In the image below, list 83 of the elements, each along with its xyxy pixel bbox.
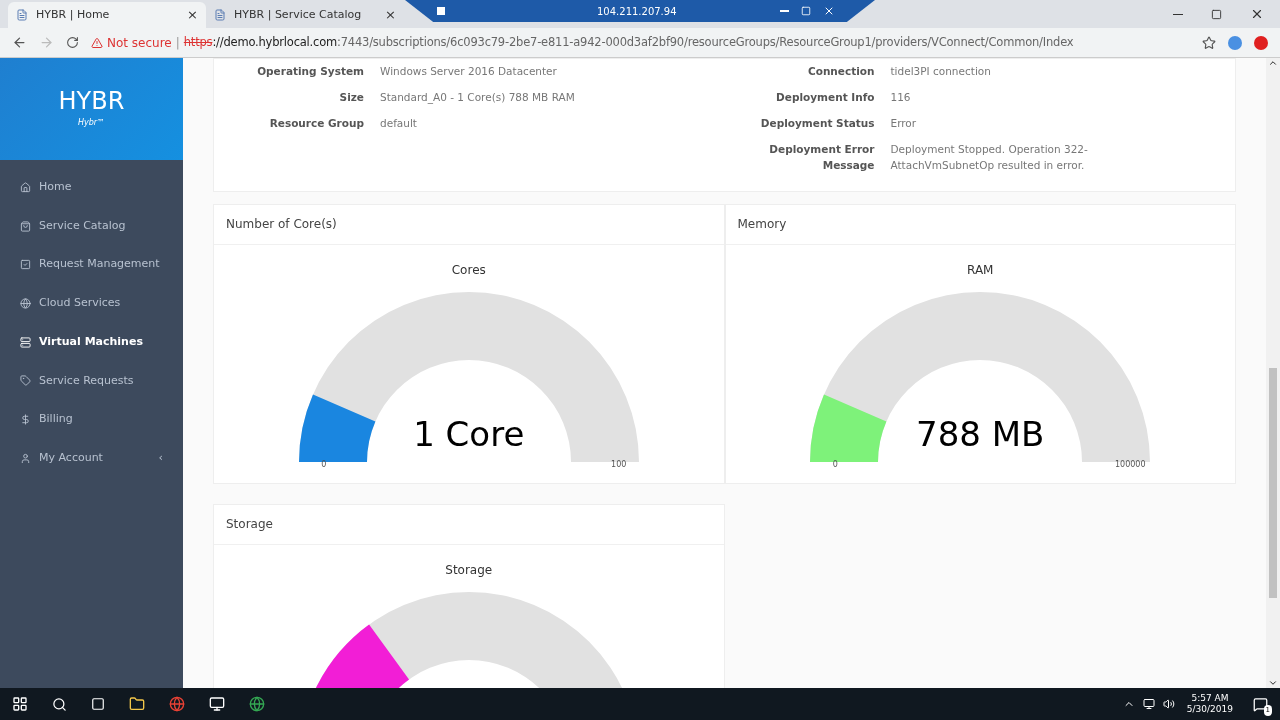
- detail-value: default: [380, 116, 418, 131]
- user-icon: [20, 452, 31, 464]
- close-icon: [1250, 7, 1264, 21]
- browser-tab[interactable]: HYBR | Service Catalog ×: [206, 2, 404, 28]
- gauge-value: 1 Core: [412, 416, 526, 451]
- browser-icon: [249, 696, 265, 712]
- detail-value: Windows Server 2016 Datacenter: [380, 64, 558, 79]
- detail-value: Standard_A0 - 1 Core(s) 788 MB RAM: [380, 90, 576, 106]
- task-view-icon: [91, 697, 105, 711]
- warning-icon: [91, 36, 103, 49]
- clock-date: 5/30/2019: [1186, 704, 1233, 716]
- detail-label: Size: [338, 90, 364, 105]
- detail-value: tidel3PI connection: [890, 64, 992, 79]
- remote-desktop-icon: [209, 696, 225, 712]
- detail-label: Resource Group: [268, 116, 364, 131]
- dollar-icon: [20, 413, 31, 425]
- detail-label: Deployment Status: [759, 116, 875, 131]
- browser-tab[interactable]: HYBR | Home ×: [8, 2, 206, 28]
- forward-icon: [39, 35, 54, 50]
- server-icon: [20, 336, 31, 348]
- clock-time: 5:57 AM: [1191, 692, 1229, 704]
- gauge-title: RAM: [967, 261, 994, 279]
- globe-icon: [20, 297, 31, 309]
- caret-icon: ‹: [158, 449, 163, 467]
- network-icon: [1142, 698, 1155, 710]
- gauge-min-label: 0: [320, 458, 328, 471]
- browser-icon: [169, 696, 185, 712]
- home-icon: [20, 181, 31, 193]
- checkbox-icon: [20, 259, 31, 271]
- detail-label: Deployment Info: [775, 90, 875, 105]
- tag-icon: [20, 375, 31, 387]
- close-icon: [823, 5, 835, 17]
- panel-title: Storage: [226, 516, 273, 533]
- detail-label: Deployment Error Message: [768, 142, 875, 173]
- page-icon: [16, 9, 28, 21]
- scroll-down-icon: [1268, 678, 1278, 688]
- detail-label: Connection: [806, 64, 875, 79]
- detail-value: Error: [890, 116, 918, 131]
- reload-icon: [66, 36, 79, 49]
- sidebar-item[interactable]: Request Management: [0, 245, 183, 285]
- gauge-value: 788 MB: [915, 416, 1046, 451]
- scroll-up-icon: [1268, 58, 1278, 68]
- detail-value: Deployment Stopped. Operation 322-AttachVmSubnetOp resulted in error.: [890, 142, 1089, 173]
- logo-tagline: Hybr™: [77, 117, 106, 129]
- search-icon: [52, 696, 67, 712]
- sidebar-item[interactable]: Virtual Machines: [0, 322, 183, 362]
- bookmark-icon: [1202, 35, 1216, 50]
- sidebar-item[interactable]: Home: [0, 168, 183, 207]
- restore-icon: [801, 6, 811, 16]
- detail-value: 116: [890, 90, 912, 105]
- gauge-max-label: 100000: [1113, 458, 1147, 471]
- folder-icon: [129, 696, 145, 712]
- security-label: Not secure: [107, 34, 172, 52]
- tab-title: HYBR | Service Catalog: [234, 6, 363, 23]
- panel-title: Memory: [737, 216, 787, 233]
- url-text: https://demo.hybrlocal.com:7443/subscriptions/6c093c79-2be7-e811-a942-000d3af2bf90/resourceGroups/ResourceGroup1/providers/VConnect/Common/Index: [183, 33, 1074, 51]
- close-icon[interactable]: ×: [385, 5, 396, 25]
- bag-icon: [20, 220, 31, 232]
- maximize-icon: [1211, 8, 1222, 20]
- sidebar-item[interactable]: Billing: [0, 400, 183, 439]
- start-icon: [12, 696, 28, 712]
- gauge-title: Storage: [445, 561, 493, 579]
- sidebar-item[interactable]: Cloud Services: [0, 284, 183, 323]
- separator: |: [175, 34, 180, 52]
- logo-text: HYBR: [58, 89, 125, 113]
- extension-icon[interactable]: [1254, 35, 1268, 50]
- scrollbar-thumb[interactable]: [1269, 368, 1277, 598]
- page-icon: [214, 9, 226, 21]
- gauge-title: Cores: [451, 261, 486, 279]
- panel-title: Number of Core(s): [226, 216, 337, 233]
- sidebar-item[interactable]: Service Requests: [0, 361, 183, 401]
- gauge-max-label: 100: [610, 458, 628, 471]
- sidebar-item[interactable]: My Account ‹: [0, 438, 183, 478]
- volume-icon: [1162, 698, 1175, 710]
- detail-label: Operating System: [256, 64, 364, 79]
- sidebar-item[interactable]: Service Catalog: [0, 206, 183, 246]
- tab-title: HYBR | Home: [36, 6, 111, 23]
- gauge-min-label: 0: [831, 458, 839, 471]
- remote-address: 104.211.207.94: [597, 4, 677, 19]
- extension-icon[interactable]: [1228, 35, 1242, 50]
- back-icon: [12, 35, 27, 50]
- close-icon[interactable]: ×: [187, 5, 198, 25]
- minimize-icon[interactable]: [1173, 13, 1183, 15]
